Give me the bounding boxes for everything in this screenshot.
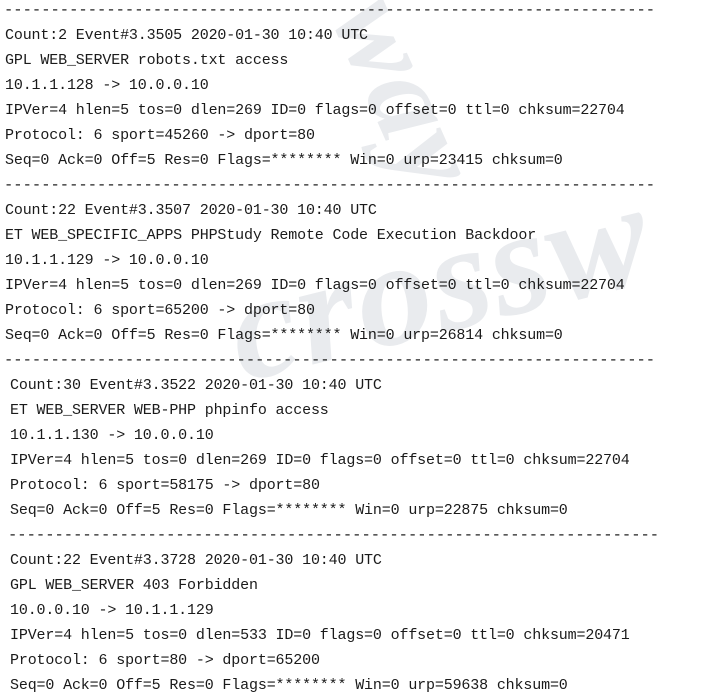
alert-summary-line: Count:22 Event#3.3507 2020-01-30 10:40 U… bbox=[5, 202, 377, 219]
alert-tcp-header-line: Seq=0 Ack=0 Off=5 Res=0 Flags=******** W… bbox=[10, 677, 568, 694]
alert-tcp-header-line: Seq=0 Ack=0 Off=5 Res=0 Flags=******** W… bbox=[10, 502, 568, 519]
alert-endpoints-line: 10.1.1.130 -> 10.0.0.10 bbox=[10, 427, 214, 444]
separator-line: ----------------------------------------… bbox=[4, 351, 656, 369]
alert-rule-line: GPL WEB_SERVER 403 Forbidden bbox=[10, 577, 258, 594]
alert-block[interactable]: Count:22 Event#3.3507 2020-01-30 10:40 U… bbox=[0, 198, 725, 348]
separator-line: ----------------------------------------… bbox=[4, 176, 656, 194]
alert-summary-line: Count:2 Event#3.3505 2020-01-30 10:40 UT… bbox=[5, 27, 368, 44]
alert-ip-header-line: IPVer=4 hlen=5 tos=0 dlen=269 ID=0 flags… bbox=[5, 277, 625, 294]
alert-endpoints-line: 10.0.0.10 -> 10.1.1.129 bbox=[10, 602, 214, 619]
alert-summary-line: Count:30 Event#3.3522 2020-01-30 10:40 U… bbox=[10, 377, 382, 394]
alert-endpoints-line: 10.1.1.128 -> 10.0.0.10 bbox=[5, 77, 209, 94]
alert-protocol-line: Protocol: 6 sport=45260 -> dport=80 bbox=[5, 127, 315, 144]
alert-rule-line: ET WEB_SPECIFIC_APPS PHPStudy Remote Cod… bbox=[5, 227, 537, 244]
alert-summary-line: Count:22 Event#3.3728 2020-01-30 10:40 U… bbox=[10, 552, 382, 569]
alert-block[interactable]: Count:2 Event#3.3505 2020-01-30 10:40 UT… bbox=[0, 23, 725, 173]
ids-alert-log: ----------------------------------------… bbox=[0, 0, 725, 698]
alert-protocol-line: Protocol: 6 sport=58175 -> dport=80 bbox=[10, 477, 320, 494]
alert-ip-header-line: IPVer=4 hlen=5 tos=0 dlen=269 ID=0 flags… bbox=[5, 102, 625, 119]
alert-tcp-header-line: Seq=0 Ack=0 Off=5 Res=0 Flags=******** W… bbox=[5, 152, 563, 169]
separator-line: ----------------------------------------… bbox=[8, 526, 660, 544]
alert-ip-header-line: IPVer=4 hlen=5 tos=0 dlen=533 ID=0 flags… bbox=[10, 627, 630, 644]
alert-ip-header-line: IPVer=4 hlen=5 tos=0 dlen=269 ID=0 flags… bbox=[10, 452, 630, 469]
alert-tcp-header-line: Seq=0 Ack=0 Off=5 Res=0 Flags=******** W… bbox=[5, 327, 563, 344]
alert-block[interactable]: Count:30 Event#3.3522 2020-01-30 10:40 U… bbox=[0, 373, 725, 523]
alert-rule-line: ET WEB_SERVER WEB-PHP phpinfo access bbox=[10, 402, 329, 419]
alert-endpoints-line: 10.1.1.129 -> 10.0.0.10 bbox=[5, 252, 209, 269]
alert-protocol-line: Protocol: 6 sport=65200 -> dport=80 bbox=[5, 302, 315, 319]
alert-protocol-line: Protocol: 6 sport=80 -> dport=65200 bbox=[10, 652, 320, 669]
alert-rule-line: GPL WEB_SERVER robots.txt access bbox=[5, 52, 289, 69]
alert-block[interactable]: Count:22 Event#3.3728 2020-01-30 10:40 U… bbox=[0, 548, 725, 698]
separator-line: ----------------------------------------… bbox=[4, 1, 656, 19]
